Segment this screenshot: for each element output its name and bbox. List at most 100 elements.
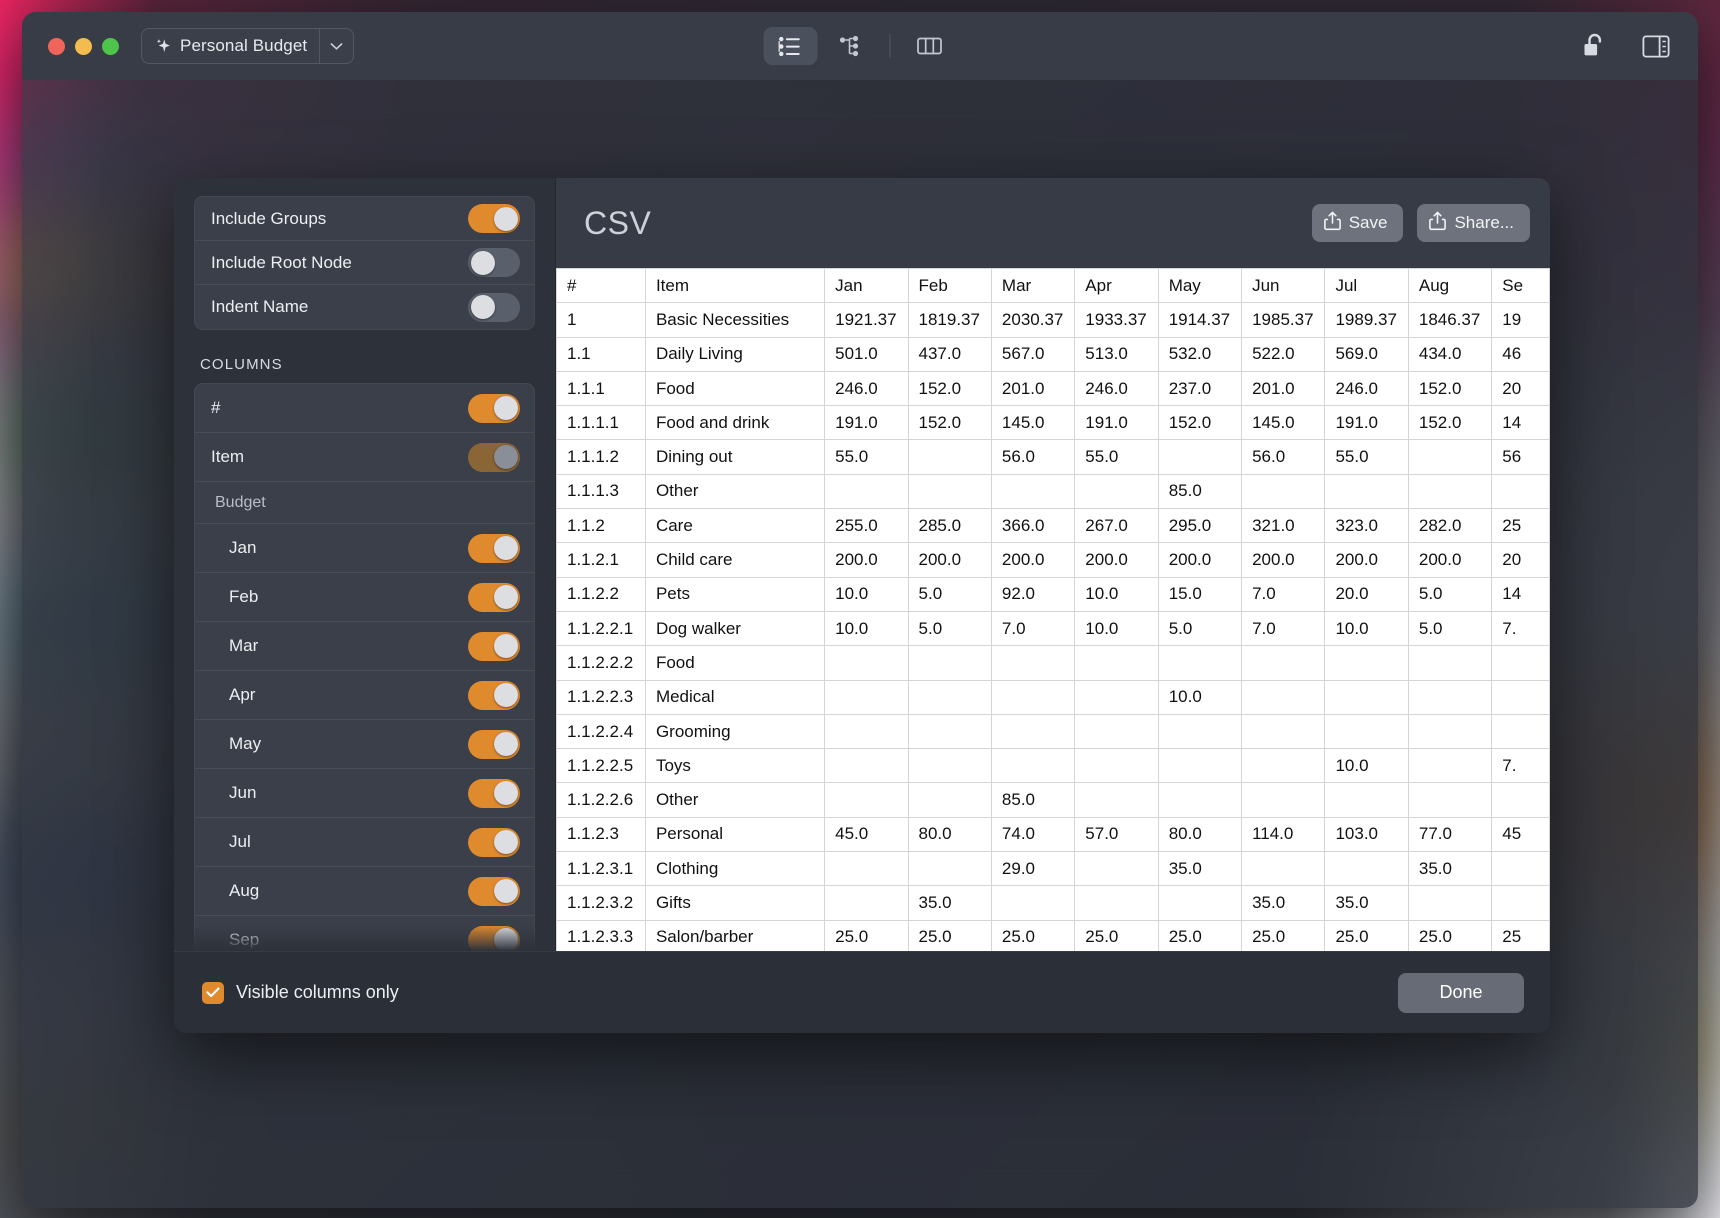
csv-table: #ItemJanFebMarAprMayJunJulAugSe 1Basic N… (556, 268, 1550, 951)
column-header-jul[interactable]: Jul (1325, 269, 1408, 303)
column-row-jun[interactable]: Jun (195, 769, 534, 818)
column-toggle[interactable] (468, 583, 520, 612)
columns-icon[interactable] (903, 27, 957, 65)
column-header--[interactable]: # (557, 269, 646, 303)
document-title-chip[interactable]: Personal Budget (141, 28, 354, 64)
outline-list-icon[interactable] (764, 27, 818, 65)
column-toggle[interactable] (468, 394, 520, 423)
column-row-item[interactable]: Item (195, 433, 534, 482)
column-header-jan[interactable]: Jan (825, 269, 908, 303)
column-toggle[interactable] (468, 779, 520, 808)
cell-value (1325, 783, 1408, 817)
visible-columns-checkbox-row[interactable]: Visible columns only (202, 982, 1398, 1004)
cell-value: 10.0 (1075, 611, 1158, 645)
cell-item: Medical (645, 680, 824, 714)
toggle-knob (494, 683, 518, 707)
cell-value (1242, 783, 1325, 817)
cell-value (1325, 714, 1408, 748)
close-button[interactable] (48, 38, 65, 55)
cell-item: Other (645, 783, 824, 817)
cell-value (908, 474, 991, 508)
cell-value: 57.0 (1075, 817, 1158, 851)
column-toggle[interactable] (468, 443, 520, 472)
table-row: 1.1.2Care255.0285.0366.0267.0295.0321.03… (557, 509, 1550, 543)
column-row-aug[interactable]: Aug (195, 867, 534, 916)
include-root-node-toggle[interactable] (468, 248, 520, 277)
indent-name-toggle[interactable] (468, 293, 520, 322)
cell-value (991, 886, 1074, 920)
cell-value: 200.0 (908, 543, 991, 577)
cell-number: 1.1.2.2.5 (557, 749, 646, 783)
cell-value (908, 749, 991, 783)
cell-value (1325, 474, 1408, 508)
cell-value: 145.0 (1242, 406, 1325, 440)
column-toggle[interactable] (468, 926, 520, 952)
tree-hierarchy-icon[interactable] (824, 27, 878, 65)
column-toggle[interactable] (468, 534, 520, 563)
column-row-jul[interactable]: Jul (195, 818, 534, 867)
cell-value: 1989.37 (1325, 303, 1408, 337)
column-toggle[interactable] (468, 828, 520, 857)
cell-value: 25.0 (825, 920, 908, 951)
column-header-feb[interactable]: Feb (908, 269, 991, 303)
cell-value: 25.0 (1075, 920, 1158, 951)
maximize-button[interactable] (102, 38, 119, 55)
cell-value: 2030.37 (991, 303, 1074, 337)
column-row-jan[interactable]: Jan (195, 524, 534, 573)
inspector-icon[interactable] (1642, 35, 1670, 58)
cell-value (1492, 783, 1550, 817)
visible-columns-checkbox[interactable] (202, 982, 224, 1004)
view-mode-segmented-control[interactable] (764, 27, 957, 65)
cell-value: 5.0 (908, 611, 991, 645)
option-row-include-groups[interactable]: Include Groups (195, 197, 534, 241)
lock-icon[interactable] (1582, 32, 1606, 60)
column-header-item[interactable]: Item (645, 269, 824, 303)
toggle-knob (494, 830, 518, 854)
column-toggle[interactable] (468, 730, 520, 759)
column-row-feb[interactable]: Feb (195, 573, 534, 622)
preview-header: CSV Save (556, 178, 1550, 268)
cell-value: 267.0 (1075, 509, 1158, 543)
column-header-se[interactable]: Se (1492, 269, 1550, 303)
column-header-mar[interactable]: Mar (991, 269, 1074, 303)
option-row-indent-name[interactable]: Indent Name (195, 285, 534, 329)
cell-value: 35.0 (1408, 852, 1491, 886)
share-button[interactable]: Share... (1417, 204, 1530, 242)
column-header-may[interactable]: May (1158, 269, 1241, 303)
column-toggle[interactable] (468, 681, 520, 710)
column-row--[interactable]: # (195, 384, 534, 433)
column-toggle[interactable] (468, 877, 520, 906)
cell-value: 1985.37 (1242, 303, 1325, 337)
cell-value: 246.0 (1075, 371, 1158, 405)
cell-value: 569.0 (1325, 337, 1408, 371)
column-row-may[interactable]: May (195, 720, 534, 769)
preview-title: CSV (584, 205, 1298, 242)
csv-table-scroll[interactable]: #ItemJanFebMarAprMayJunJulAugSe 1Basic N… (556, 268, 1550, 951)
cell-value: 85.0 (1158, 474, 1241, 508)
cell-value (1492, 646, 1550, 680)
column-header-jun[interactable]: Jun (1242, 269, 1325, 303)
done-button[interactable]: Done (1398, 973, 1524, 1013)
cell-item: Clothing (645, 852, 824, 886)
table-row: 1.1.2.2.6Other85.0 (557, 783, 1550, 817)
column-header-apr[interactable]: Apr (1075, 269, 1158, 303)
cell-value: 532.0 (1158, 337, 1241, 371)
chevron-down-icon[interactable] (319, 29, 353, 63)
column-row-apr[interactable]: Apr (195, 671, 534, 720)
column-header-aug[interactable]: Aug (1408, 269, 1491, 303)
window-controls[interactable] (48, 38, 119, 55)
titlebar-right-tools[interactable] (1582, 32, 1670, 60)
minimize-button[interactable] (75, 38, 92, 55)
cell-value: 145.0 (991, 406, 1074, 440)
cell-number: 1.1.1.3 (557, 474, 646, 508)
option-row-include-root-node[interactable]: Include Root Node (195, 241, 534, 285)
include-groups-toggle[interactable] (468, 204, 520, 233)
column-row-mar[interactable]: Mar (195, 622, 534, 671)
save-button[interactable]: Save (1312, 204, 1404, 242)
column-row-sep[interactable]: Sep (195, 916, 534, 951)
cell-value: 201.0 (991, 371, 1074, 405)
cell-number: 1.1.2.1 (557, 543, 646, 577)
column-toggle[interactable] (468, 632, 520, 661)
export-settings-sheet: Include Groups Include Root Node Indent … (174, 178, 1550, 1033)
cell-number: 1.1.2.2.6 (557, 783, 646, 817)
